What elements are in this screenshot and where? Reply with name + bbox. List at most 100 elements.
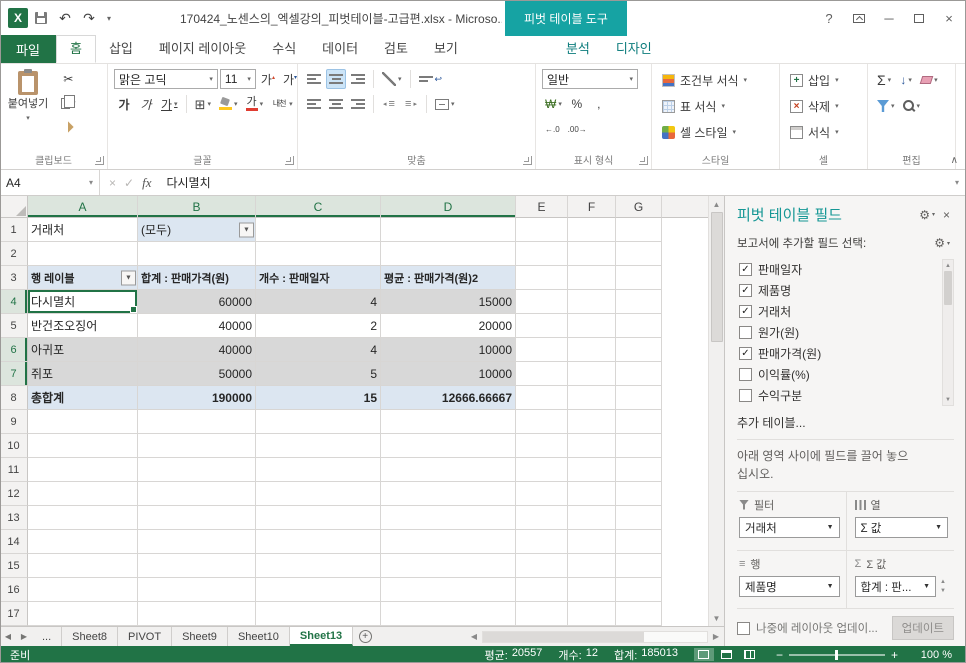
- sheet-tab-Sheet10[interactable]: Sheet10: [228, 627, 290, 646]
- sheet-nav-right-icon[interactable]: ▶: [16, 627, 32, 646]
- cell-E5[interactable]: [516, 314, 568, 338]
- insert-function-icon[interactable]: fx: [142, 175, 151, 191]
- column-header-G[interactable]: G: [616, 196, 662, 218]
- underline-button[interactable]: 가 ▾: [158, 94, 181, 114]
- close-button[interactable]: ×: [934, 0, 964, 36]
- cell-B9[interactable]: [138, 410, 256, 434]
- cell-B17[interactable]: [138, 602, 256, 626]
- field-list-scrollbar[interactable]: ▲ ▼: [942, 259, 954, 407]
- row-header-2[interactable]: 2: [0, 242, 28, 266]
- top-align-button[interactable]: [304, 69, 324, 89]
- format-painter-button[interactable]: [58, 117, 79, 137]
- number-format-select[interactable]: 일반 ▾: [542, 69, 638, 89]
- cell-F10[interactable]: [568, 434, 616, 458]
- cell-F17[interactable]: [568, 602, 616, 626]
- cell-G8[interactable]: [616, 386, 662, 410]
- field-item-원가(원)[interactable]: 원가(원): [737, 322, 940, 343]
- more-tables-link[interactable]: 추가 테이블...: [737, 414, 954, 431]
- cell-B4[interactable]: 60000: [138, 290, 256, 314]
- cell-A11[interactable]: [28, 458, 138, 482]
- font-size-select[interactable]: 11 ▾: [219, 69, 256, 89]
- row-header-13[interactable]: 13: [0, 506, 28, 530]
- fill-button[interactable]: ↓ ▾: [896, 70, 916, 90]
- cell-A5[interactable]: 반건조오징어: [28, 314, 138, 338]
- cell-D7[interactable]: 10000: [381, 362, 516, 386]
- cell-C5[interactable]: 2: [256, 314, 381, 338]
- cell-E13[interactable]: [516, 506, 568, 530]
- cell-B6[interactable]: 40000: [138, 338, 256, 362]
- bold-button[interactable]: 가: [114, 94, 134, 114]
- cell-C10[interactable]: [256, 434, 381, 458]
- cell-G6[interactable]: [616, 338, 662, 362]
- align-left-button[interactable]: [304, 94, 324, 114]
- font-dialog-launcher[interactable]: [285, 156, 294, 165]
- cell-D9[interactable]: [381, 410, 516, 434]
- row-header-6[interactable]: 6: [0, 338, 28, 362]
- cell-A1[interactable]: 거래처: [28, 218, 138, 242]
- cell-E7[interactable]: [516, 362, 568, 386]
- cell-G7[interactable]: [616, 362, 662, 386]
- cell-F14[interactable]: [568, 530, 616, 554]
- row-header-9[interactable]: 9: [0, 410, 28, 434]
- ribbon-tab-삽입[interactable]: 삽입: [96, 35, 146, 63]
- cell-G4[interactable]: [616, 290, 662, 314]
- orientation-button[interactable]: ▾: [379, 69, 405, 89]
- cell-E14[interactable]: [516, 530, 568, 554]
- ribbon-tab-검토[interactable]: 검토: [371, 35, 421, 63]
- scroll-left-icon[interactable]: ◀: [466, 629, 482, 645]
- cell-B13[interactable]: [138, 506, 256, 530]
- field-checkbox-판매가격(원)[interactable]: ✓: [739, 347, 752, 360]
- field-checkbox-제품명[interactable]: ✓: [739, 284, 752, 297]
- field-item-판매일자[interactable]: ✓ 판매일자: [737, 259, 940, 280]
- cell-C4[interactable]: 4: [256, 290, 381, 314]
- cell-D3[interactable]: 평균 : 판매가격(원)2: [381, 266, 516, 290]
- cell-D14[interactable]: [381, 530, 516, 554]
- column-header-B[interactable]: B: [138, 196, 256, 218]
- cell-B7[interactable]: 50000: [138, 362, 256, 386]
- cell-F2[interactable]: [568, 242, 616, 266]
- clear-button[interactable]: ▾: [918, 70, 941, 90]
- undo-button[interactable]: ↶: [54, 7, 76, 29]
- field-checkbox-판매일자[interactable]: ✓: [739, 263, 752, 276]
- maximize-button[interactable]: [904, 0, 934, 36]
- cell-F9[interactable]: [568, 410, 616, 434]
- merge-center-button[interactable]: ▾: [432, 94, 458, 114]
- cell-D1[interactable]: [381, 218, 516, 242]
- field-item-판매가격(원)[interactable]: ✓ 판매가격(원): [737, 343, 940, 364]
- conditional-formatting-button[interactable]: 조건부 서식 ▾: [656, 68, 753, 92]
- ribbon-display-options-button[interactable]: [844, 0, 874, 36]
- horizontal-scrollbar[interactable]: ◀ ▶: [466, 627, 724, 646]
- font-color-button[interactable]: 가 ▾: [243, 94, 267, 114]
- field-item-제품명[interactable]: ✓ 제품명: [737, 280, 940, 301]
- minimize-button[interactable]: ─: [874, 0, 904, 36]
- cell-D13[interactable]: [381, 506, 516, 530]
- update-button[interactable]: 업데이트: [891, 616, 954, 640]
- help-button[interactable]: ?: [814, 0, 844, 36]
- cell-E3[interactable]: [516, 266, 568, 290]
- cell-E8[interactable]: [516, 386, 568, 410]
- cell-E16[interactable]: [516, 578, 568, 602]
- cell-D16[interactable]: [381, 578, 516, 602]
- cell-B8[interactable]: 190000: [138, 386, 256, 410]
- cell-G16[interactable]: [616, 578, 662, 602]
- ribbon-tab-디자인[interactable]: 디자인: [603, 35, 665, 63]
- paste-button[interactable]: 붙여넣기 ▾: [5, 68, 51, 122]
- row-header-11[interactable]: 11: [0, 458, 28, 482]
- cell-F16[interactable]: [568, 578, 616, 602]
- field-list-scroll-thumb[interactable]: [944, 271, 952, 305]
- sheet-tab-overflow[interactable]: ...: [32, 627, 63, 646]
- defer-layout-checkbox[interactable]: [737, 621, 750, 635]
- cell-A2[interactable]: [28, 242, 138, 266]
- cell-E6[interactable]: [516, 338, 568, 362]
- row-header-1[interactable]: 1: [0, 218, 28, 242]
- cell-A7[interactable]: 쥐포: [28, 362, 138, 386]
- row-header-10[interactable]: 10: [0, 434, 28, 458]
- cell-C11[interactable]: [256, 458, 381, 482]
- cell-G9[interactable]: [616, 410, 662, 434]
- area-field-rows[interactable]: 제품명 ▼: [739, 576, 840, 597]
- collapse-ribbon-button[interactable]: ∧: [951, 155, 958, 166]
- middle-align-button[interactable]: [326, 69, 346, 89]
- number-dialog-launcher[interactable]: [639, 156, 648, 165]
- phonetic-button[interactable]: 내천 ▾: [268, 94, 296, 114]
- cell-G12[interactable]: [616, 482, 662, 506]
